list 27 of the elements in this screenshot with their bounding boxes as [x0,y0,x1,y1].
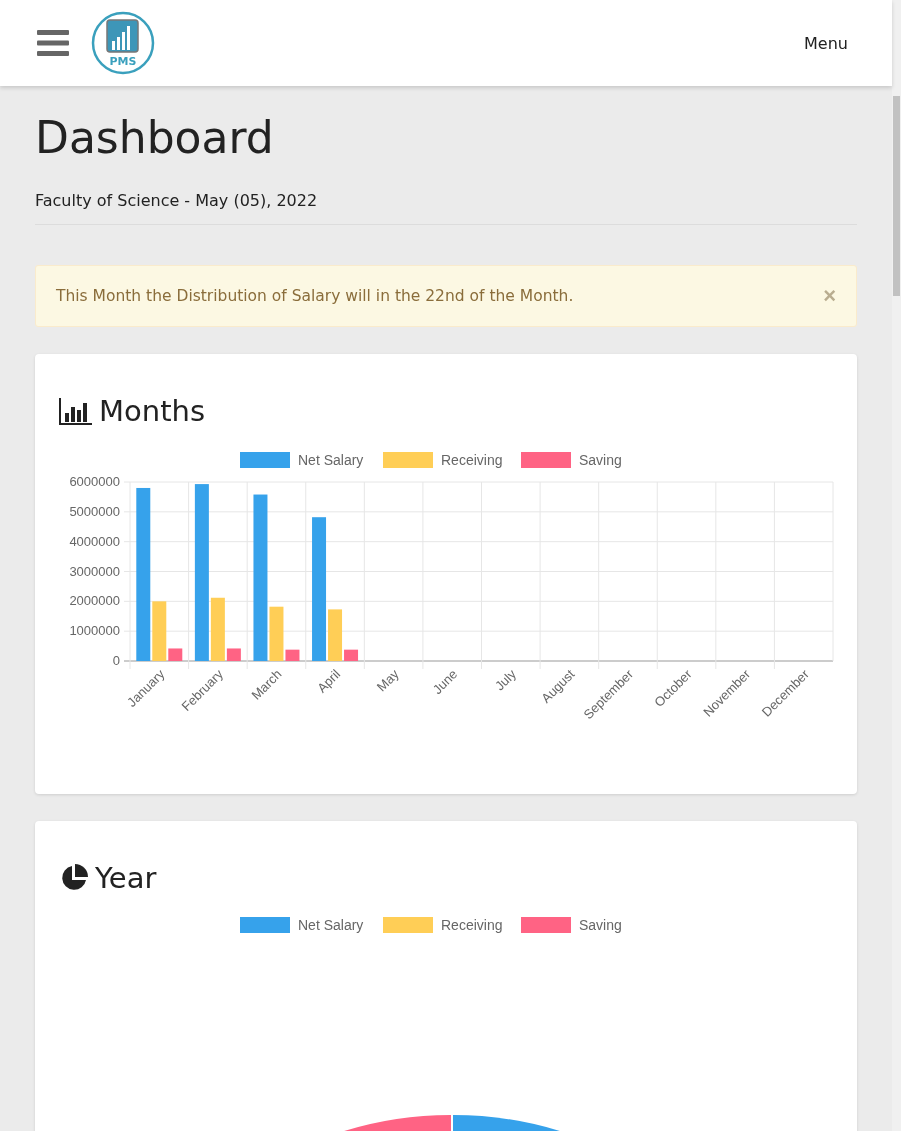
legend-label: Receiving [441,917,503,933]
x-tick-label: July [491,666,519,694]
alert-message: This Month the Distribution of Salary will in the 22nd of the Month. [56,287,575,305]
logo[interactable]: PMS [91,11,155,75]
y-tick-label: 1000000 [69,623,120,639]
card-title: Months [99,394,205,428]
x-tick-label: May [373,666,402,695]
legend-label: Saving [579,917,622,933]
y-tick-label: 5000000 [69,503,120,519]
card-title: Year [95,861,157,895]
menu-icon[interactable] [37,30,69,56]
legend-label: Net Salary [298,917,364,933]
y-tick-label: 6000000 [69,474,120,489]
pie-chart-icon [59,863,89,893]
y-tick-label: 4000000 [69,533,120,549]
scrollbar[interactable] [892,0,901,1131]
close-button[interactable]: × [823,283,836,309]
legend-label: Saving [579,452,622,468]
menu-button[interactable]: Menu [804,29,848,57]
legend-label: Receiving [441,452,503,468]
bar-chart-icon [59,397,93,425]
y-tick-label: 2000000 [69,593,120,609]
page-subtitle: Faculty of Science - May (05), 2022 [35,191,319,210]
y-tick-label: 0 [112,653,120,668]
page-title: Dashboard [35,112,274,163]
legend-label: Net Salary [298,452,364,468]
y-tick-label: 3000000 [69,563,120,579]
